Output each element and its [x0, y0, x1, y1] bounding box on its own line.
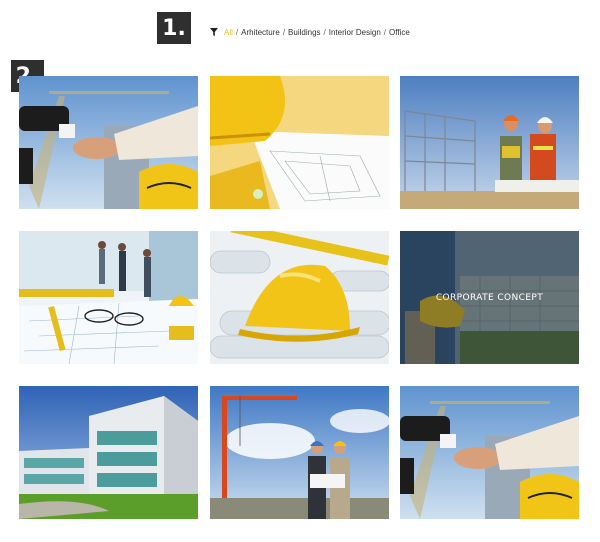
portfolio-item-glass-building[interactable]	[19, 386, 198, 519]
portfolio-item-hardhat-blueprint[interactable]	[210, 76, 389, 209]
portfolio-filter-bar: All / Arhitecture / Buildings / Interior…	[210, 25, 410, 39]
hardhat-on-rolled-plans-photo	[210, 231, 389, 364]
portfolio-item-handshake-2[interactable]	[400, 386, 579, 519]
workers-on-site-photo	[400, 76, 579, 209]
portfolio-item-office-blueprint[interactable]	[19, 231, 198, 364]
hardhat-blueprint-photo	[210, 76, 389, 209]
portfolio-item-hardhat-plans[interactable]	[210, 231, 389, 364]
portfolio-item-corporate-concept[interactable]: CORPORATE CONCEPT	[400, 231, 579, 364]
filter-arhitecture[interactable]: Arhitecture	[241, 28, 280, 37]
portfolio-item-workers[interactable]	[400, 76, 579, 209]
filter-buildings[interactable]: Buildings	[288, 28, 320, 37]
step-badge-1: 1.	[157, 12, 191, 44]
filter-funnel-icon	[210, 28, 218, 36]
portfolio-item-crane-businessmen[interactable]	[210, 386, 389, 519]
filter-separator: /	[235, 27, 239, 37]
portfolio-item-handshake[interactable]	[19, 76, 198, 209]
office-blueprint-glasses-photo	[19, 231, 198, 364]
filter-separator: /	[383, 27, 387, 37]
filter-separator: /	[282, 27, 286, 37]
portfolio-hover-overlay: CORPORATE CONCEPT	[400, 231, 579, 364]
filter-separator: /	[323, 27, 326, 37]
filter-office[interactable]: Office	[389, 28, 410, 37]
filter-all[interactable]: All	[224, 28, 233, 37]
handshake-crane-photo-2	[400, 386, 579, 519]
portfolio-item-title: CORPORATE CONCEPT	[435, 292, 544, 303]
crane-and-businessmen-photo	[210, 386, 389, 519]
modern-glass-building-photo	[19, 386, 198, 519]
handshake-photo	[19, 76, 198, 209]
filter-interior-design[interactable]: Interior Design	[329, 28, 381, 37]
